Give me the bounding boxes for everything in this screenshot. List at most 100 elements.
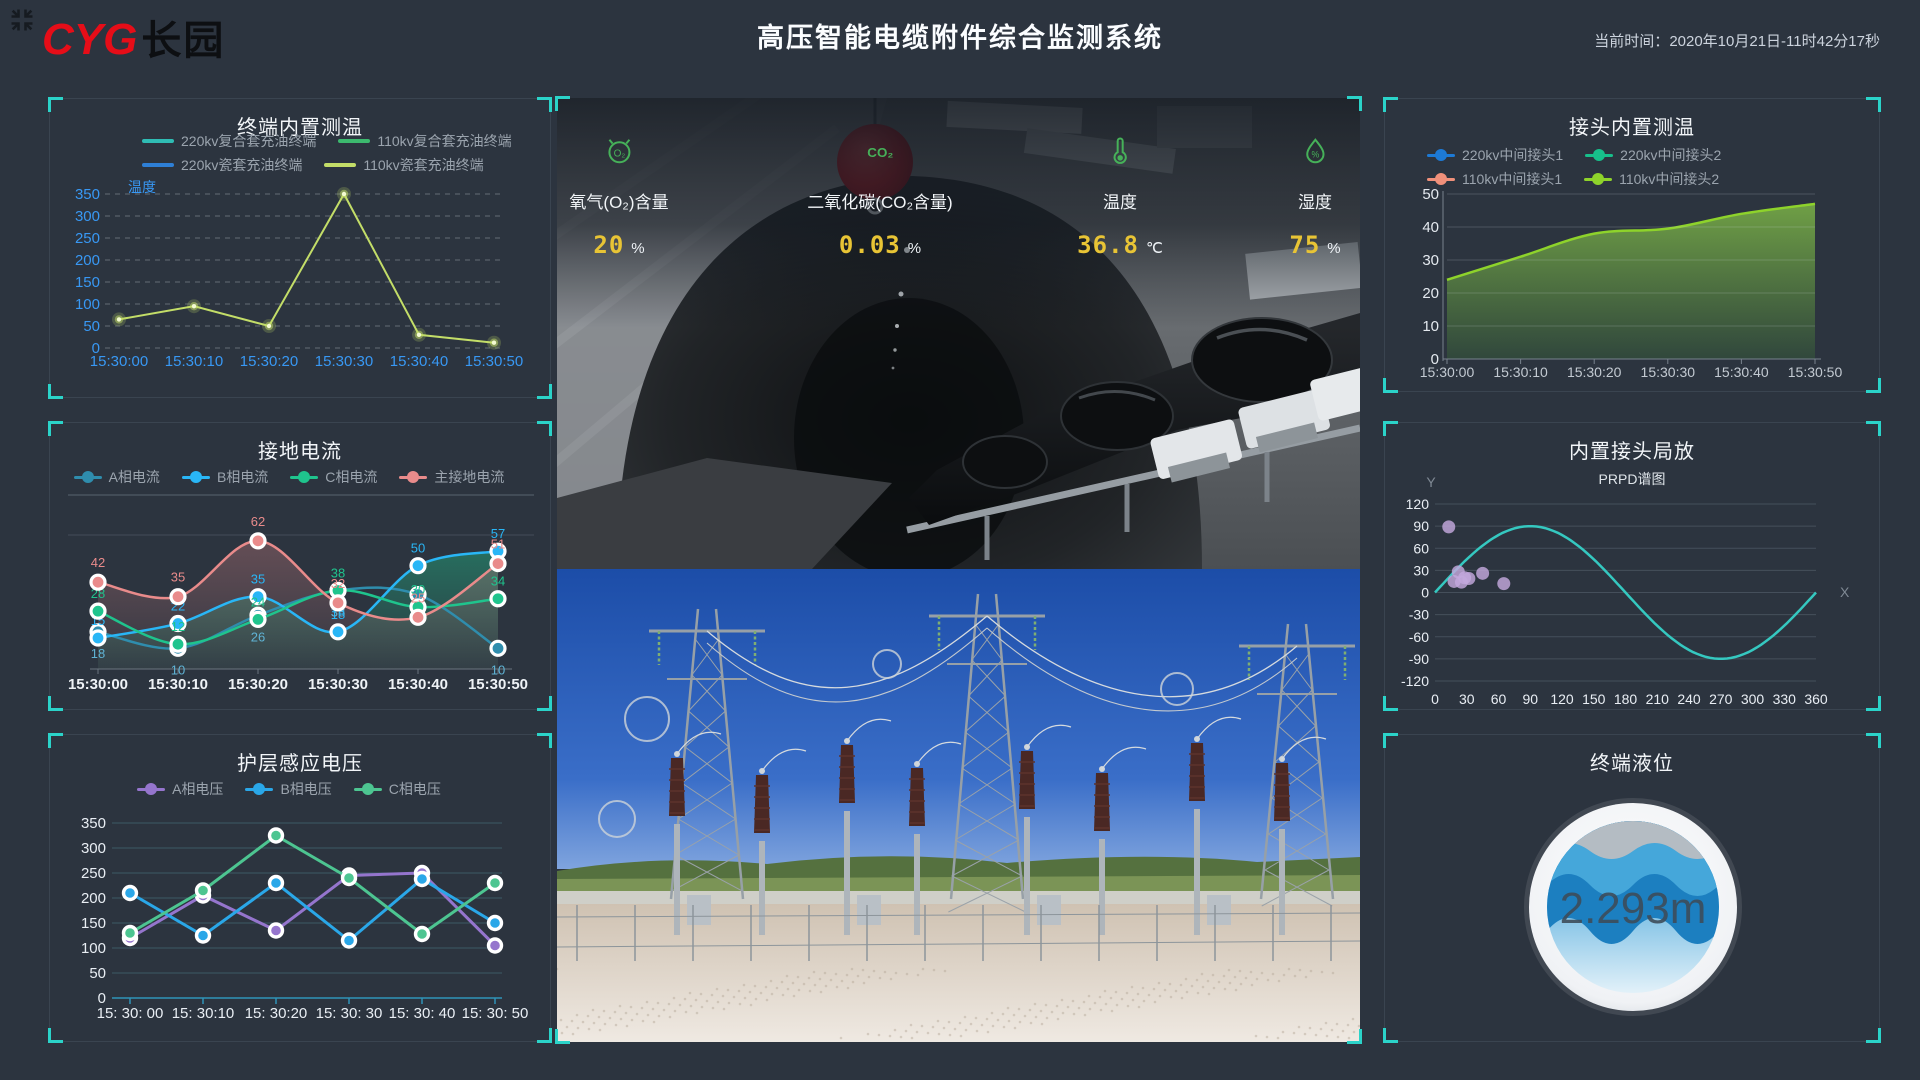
legend-label: 110kv中间接头1 — [1462, 169, 1562, 189]
legend-label: 110kv复合套充油终端 — [377, 131, 511, 151]
legend-item[interactable]: C相电压 — [354, 779, 441, 799]
corner-bracket — [537, 421, 552, 436]
tick-label: 200 — [75, 252, 100, 269]
tunnel-video-feed: O₂氧气(O₂)含量20%CO₂二氧化碳(CO₂含量)0.03%温度36.8℃%… — [557, 98, 1360, 569]
legend-item[interactable]: 220kv中间接头2 — [1585, 145, 1721, 165]
corner-bracket — [1383, 378, 1398, 393]
legend-item[interactable]: 110kv中间接头2 — [1584, 169, 1719, 189]
legend-item[interactable]: 主接地电流 — [399, 467, 504, 487]
legend-item[interactable]: 220kv复合套充油终端 — [142, 131, 316, 151]
corner-bracket — [1383, 1028, 1398, 1043]
legend-dot-marker — [1427, 149, 1455, 161]
tick-label: -30 — [1409, 607, 1429, 623]
tick-label: X — [1840, 584, 1850, 600]
tick-label: -90 — [1409, 651, 1429, 667]
legend-line-marker — [338, 139, 370, 143]
legend-item[interactable]: 220kv中间接头1 — [1427, 145, 1563, 165]
legend-label: 220kv中间接头2 — [1620, 145, 1721, 165]
legend-item[interactable]: 110kv中间接头1 — [1427, 169, 1562, 189]
legend-label: 主接地电流 — [434, 467, 504, 487]
legend-label: B相电压 — [280, 779, 331, 799]
legend-label: 220kv中间接头1 — [1462, 145, 1563, 165]
tick-label: 100 — [81, 940, 106, 957]
tick-label: 15:30:40 — [1714, 364, 1769, 380]
svg-text:%: % — [1311, 149, 1319, 159]
tick-label: 18 — [91, 646, 105, 661]
tick-label: 0 — [1421, 585, 1429, 601]
corner-bracket — [1383, 696, 1398, 711]
tick-label: 15: 30:20 — [245, 1005, 308, 1022]
tick-label: 10 — [171, 662, 185, 677]
legend-item[interactable]: C相电流 — [290, 467, 377, 487]
sensor-value: 20 — [593, 231, 624, 259]
legend-item[interactable]: B相电压 — [245, 779, 331, 799]
panel-title: 接头内置测温 — [1385, 111, 1879, 140]
tick-label: 15:30:40 — [390, 353, 448, 370]
sensor-value: 0.03 — [839, 231, 901, 259]
corner-bracket — [1383, 97, 1398, 112]
tick-label: 150 — [81, 915, 106, 932]
panel-title: 护层感应电压 — [50, 747, 550, 776]
legend-item[interactable]: 220kv瓷套充油终端 — [142, 155, 302, 175]
sensor-label: 二氧化碳(CO₂含量) — [807, 188, 952, 213]
tick-label: 15: 30:10 — [172, 1005, 235, 1022]
substation-scene — [557, 569, 1360, 1042]
tick-label: 35 — [171, 570, 185, 585]
tick-label: 15:30:50 — [465, 353, 523, 370]
tick-label: 300 — [1741, 691, 1765, 707]
corner-bracket — [48, 1028, 63, 1043]
svg-text:O₂: O₂ — [613, 149, 625, 160]
tick-label: 90 — [1522, 691, 1538, 707]
legend-label: 220kv瓷套充油终端 — [181, 155, 302, 175]
tick-label: 30 — [1459, 691, 1475, 707]
liquid-level-gauge: 2.293m — [1385, 735, 1881, 1043]
corner-bracket — [48, 733, 63, 748]
legend-label: 110kv中间接头2 — [1619, 169, 1719, 189]
substation-video-feed — [557, 569, 1360, 1042]
pd-scatter-point — [1476, 567, 1489, 580]
tick-label: 15: 30: 50 — [462, 1005, 529, 1022]
y-axis-name: 温度 — [128, 177, 156, 197]
legend-item[interactable]: B相电流 — [182, 467, 268, 487]
legend-label: 220kv复合套充油终端 — [181, 131, 316, 151]
sensor-unit: % — [908, 240, 921, 257]
legend-dot-marker — [290, 471, 318, 483]
tick-label: 15:30:20 — [228, 676, 288, 693]
legend-label: B相电流 — [217, 467, 268, 487]
corner-bracket — [1383, 421, 1398, 436]
tick-label: 60 — [1413, 540, 1429, 556]
tick-label: 50 — [83, 318, 100, 335]
legend-label: C相电流 — [325, 467, 377, 487]
o2-icon: O₂ — [569, 136, 668, 166]
liquid-level-value: 2.293m — [1560, 884, 1707, 933]
tick-label: 15: 30: 40 — [389, 1005, 456, 1022]
pd-scatter-point — [1442, 520, 1455, 533]
legend-line-marker — [324, 163, 356, 167]
corner-bracket — [1866, 696, 1881, 711]
legend-item[interactable]: 110kv瓷套充油终端 — [324, 155, 483, 175]
legend-line-marker — [142, 139, 174, 143]
tick-label: 200 — [81, 890, 106, 907]
corner-bracket — [1866, 378, 1881, 393]
co2-icon: CO₂ — [807, 136, 952, 166]
legend-item[interactable]: 110kv复合套充油终端 — [338, 131, 511, 151]
sensor-value: 75 — [1289, 231, 1320, 259]
tick-label: -60 — [1409, 629, 1429, 645]
thermometer-icon — [1077, 136, 1163, 166]
tick-label: 15:30:00 — [68, 676, 128, 693]
legend-item[interactable]: A相电流 — [74, 467, 160, 487]
tick-label: 15: 30: 00 — [97, 1005, 164, 1022]
corner-bracket — [48, 384, 63, 399]
tick-label: 15:30:00 — [90, 353, 148, 370]
tick-label: 120 — [1550, 691, 1574, 707]
tick-label: 330 — [1773, 691, 1797, 707]
legend-dot-marker — [137, 783, 165, 795]
legend-item[interactable]: A相电压 — [137, 779, 223, 799]
panel-joint-pd: 内置接头局放 PRPD谱图 -120-90-60-300306090120030… — [1384, 422, 1880, 710]
corner-bracket — [1383, 733, 1398, 748]
legend-dot-marker — [1584, 173, 1612, 185]
tick-label: 120 — [1406, 496, 1430, 512]
tick-label: 15:30:20 — [240, 353, 298, 370]
corner-bracket — [555, 96, 570, 111]
corner-bracket — [1866, 733, 1881, 748]
